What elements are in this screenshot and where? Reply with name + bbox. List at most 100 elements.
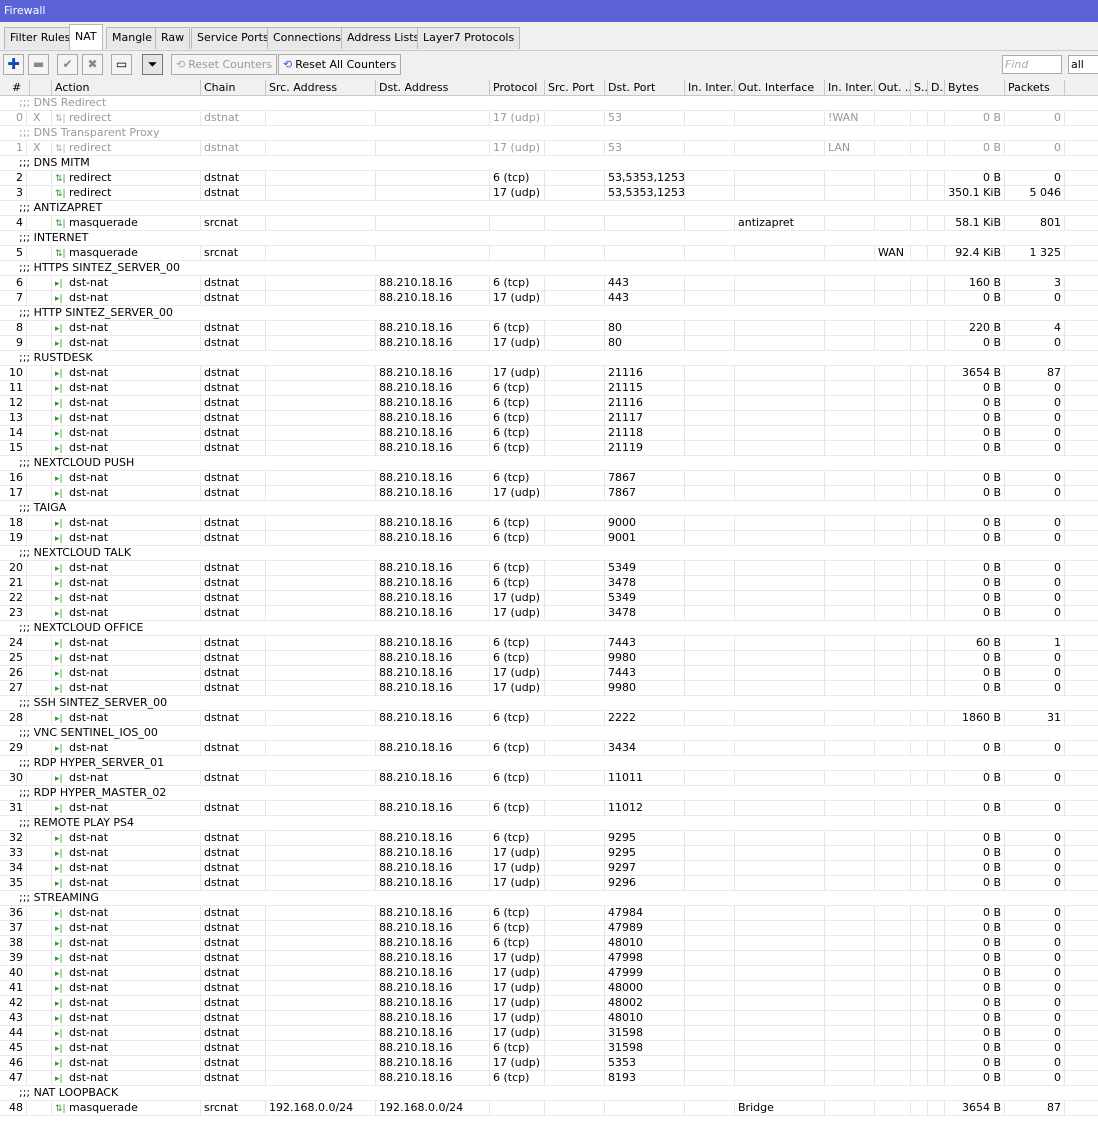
- tab-layer7-protocols[interactable]: Layer7 Protocols: [417, 27, 521, 49]
- comment-row[interactable]: ;;; INTERNET: [0, 231, 1098, 246]
- reset-counters-button[interactable]: ⟲ Reset Counters: [171, 54, 278, 75]
- table-row[interactable]: 41 ▸| dst-nat dstnat 88.210.18.16 17 (udp) 480…: [0, 981, 1098, 996]
- table-row[interactable]: 15 ▸| dst-nat dstnat 88.210.18.16 6 (tcp) 2111…: [0, 441, 1098, 456]
- table-row[interactable]: 24 ▸| dst-nat dstnat 88.210.18.16 6 (tcp) 7443…: [0, 636, 1098, 651]
- table-row[interactable]: 43 ▸| dst-nat dstnat 88.210.18.16 17 (udp) 480…: [0, 1011, 1098, 1026]
- table-row[interactable]: 16 ▸| dst-nat dstnat 88.210.18.16 6 (tcp) 7867…: [0, 471, 1098, 486]
- comment-row[interactable]: ;;; STREAMING: [0, 891, 1098, 906]
- col-header-out-interface-list[interactable]: Out. ...: [875, 80, 911, 96]
- col-header-packets[interactable]: Packets: [1005, 80, 1065, 96]
- comment-row[interactable]: ;;; REMOTE PLAY PS4: [0, 816, 1098, 831]
- comment-row[interactable]: ;;; DNS Transparent Proxy: [0, 126, 1098, 141]
- table-row[interactable]: 3 ⇅| redirect dstnat 17 (udp) 53,5353,1253 350…: [0, 186, 1098, 201]
- comment-button[interactable]: ▭: [111, 54, 132, 75]
- comment-row[interactable]: ;;; NEXTCLOUD OFFICE: [0, 621, 1098, 636]
- comment-row[interactable]: ;;; ANTIZAPRET: [0, 201, 1098, 216]
- col-header-in-interface[interactable]: In. Inter...: [685, 80, 735, 96]
- table-row[interactable]: 33 ▸| dst-nat dstnat 88.210.18.16 17 (udp) 929…: [0, 846, 1098, 861]
- add-button[interactable]: ✚: [3, 54, 24, 75]
- table-row[interactable]: 34 ▸| dst-nat dstnat 88.210.18.16 17 (udp) 929…: [0, 861, 1098, 876]
- tab-mangle[interactable]: Mangle: [106, 27, 159, 49]
- table-row[interactable]: 28 ▸| dst-nat dstnat 88.210.18.16 6 (tcp) 2222…: [0, 711, 1098, 726]
- table-row[interactable]: 25 ▸| dst-nat dstnat 88.210.18.16 6 (tcp) 9980…: [0, 651, 1098, 666]
- table-row[interactable]: 26 ▸| dst-nat dstnat 88.210.18.16 17 (udp) 744…: [0, 666, 1098, 681]
- disable-button[interactable]: ✖: [82, 54, 103, 75]
- table-row[interactable]: 27 ▸| dst-nat dstnat 88.210.18.16 17 (udp) 998…: [0, 681, 1098, 696]
- table-row[interactable]: 39 ▸| dst-nat dstnat 88.210.18.16 17 (udp) 479…: [0, 951, 1098, 966]
- table-row[interactable]: 31 ▸| dst-nat dstnat 88.210.18.16 6 (tcp) 1101…: [0, 801, 1098, 816]
- find-input[interactable]: [1002, 55, 1062, 74]
- table-row[interactable]: 12 ▸| dst-nat dstnat 88.210.18.16 6 (tcp) 2111…: [0, 396, 1098, 411]
- col-header-in-interface-list[interactable]: In. Inter...: [825, 80, 875, 96]
- table-row[interactable]: 36 ▸| dst-nat dstnat 88.210.18.16 6 (tcp) 4798…: [0, 906, 1098, 921]
- filter-button[interactable]: ⏷: [142, 54, 163, 75]
- col-header-d[interactable]: D...: [928, 80, 945, 96]
- comment-row[interactable]: ;;; HTTP SINTEZ_SERVER_00: [0, 306, 1098, 321]
- table-row[interactable]: 0 X ⇅| redirect dstnat 17 (udp) 53 !WAN 0 B0: [0, 111, 1098, 126]
- col-header-src-address[interactable]: Src. Address: [266, 80, 376, 96]
- table-row[interactable]: 9 ▸| dst-nat dstnat 88.210.18.16 17 (udp) 80 0 …: [0, 336, 1098, 351]
- tab-address-lists[interactable]: Address Lists: [341, 27, 426, 49]
- table-row[interactable]: 18 ▸| dst-nat dstnat 88.210.18.16 6 (tcp) 9000…: [0, 516, 1098, 531]
- col-header-action[interactable]: Action: [52, 80, 201, 96]
- col-header-flag[interactable]: [30, 80, 52, 96]
- comment-row[interactable]: ;;; RDP HYPER_SERVER_01: [0, 756, 1098, 771]
- comment-row[interactable]: ;;; SSH SINTEZ_SERVER_00: [0, 696, 1098, 711]
- col-header-chain[interactable]: Chain: [201, 80, 266, 96]
- table-row[interactable]: 2 ⇅| redirect dstnat 6 (tcp) 53,5353,1253 0 B0: [0, 171, 1098, 186]
- table-row[interactable]: 11 ▸| dst-nat dstnat 88.210.18.16 6 (tcp) 2111…: [0, 381, 1098, 396]
- col-header-num[interactable]: #: [0, 80, 30, 96]
- table-row[interactable]: 23 ▸| dst-nat dstnat 88.210.18.16 17 (udp) 347…: [0, 606, 1098, 621]
- comment-row[interactable]: ;;; VNC SENTINEL_IOS_00: [0, 726, 1098, 741]
- col-header-dst-port[interactable]: Dst. Port: [605, 80, 685, 96]
- col-header-protocol[interactable]: Protocol: [490, 80, 545, 96]
- table-row[interactable]: 48 ⇅| masquerade srcnat 192.168.0.0/24 192.16…: [0, 1101, 1098, 1116]
- table-row[interactable]: 20 ▸| dst-nat dstnat 88.210.18.16 6 (tcp) 5349…: [0, 561, 1098, 576]
- table-row[interactable]: 4 ⇅| masquerade srcnat antizapret 58.1 KiB 801: [0, 216, 1098, 231]
- comment-row[interactable]: ;;; NAT LOOPBACK: [0, 1086, 1098, 1101]
- table-row[interactable]: 32 ▸| dst-nat dstnat 88.210.18.16 6 (tcp) 9295…: [0, 831, 1098, 846]
- col-header-src-port[interactable]: Src. Port: [545, 80, 605, 96]
- tab-raw[interactable]: Raw: [155, 27, 191, 49]
- comment-row[interactable]: ;;; RUSTDESK: [0, 351, 1098, 366]
- table-row[interactable]: 45 ▸| dst-nat dstnat 88.210.18.16 6 (tcp) 3159…: [0, 1041, 1098, 1056]
- comment-row[interactable]: ;;; RDP HYPER_MASTER_02: [0, 786, 1098, 801]
- table-row[interactable]: 5 ⇅| masquerade srcnat WAN 92.4 KiB 1 325: [0, 246, 1098, 261]
- table-row[interactable]: 44 ▸| dst-nat dstnat 88.210.18.16 17 (udp) 315…: [0, 1026, 1098, 1041]
- comment-row[interactable]: ;;; HTTPS SINTEZ_SERVER_00: [0, 261, 1098, 276]
- table-row[interactable]: 40 ▸| dst-nat dstnat 88.210.18.16 17 (udp) 479…: [0, 966, 1098, 981]
- reset-all-counters-button[interactable]: ⟲ Reset All Counters: [278, 54, 402, 75]
- table-row[interactable]: 42 ▸| dst-nat dstnat 88.210.18.16 17 (udp) 480…: [0, 996, 1098, 1011]
- table-row[interactable]: 10 ▸| dst-nat dstnat 88.210.18.16 17 (udp) 211…: [0, 366, 1098, 381]
- table-row[interactable]: 1 X ⇅| redirect dstnat 17 (udp) 53 LAN 0 B0: [0, 141, 1098, 156]
- col-header-dst-address[interactable]: Dst. Address: [376, 80, 490, 96]
- col-header-bytes[interactable]: Bytes: [945, 80, 1005, 96]
- table-row[interactable]: 22 ▸| dst-nat dstnat 88.210.18.16 17 (udp) 534…: [0, 591, 1098, 606]
- table-row[interactable]: 7 ▸| dst-nat dstnat 88.210.18.16 17 (udp) 443 0…: [0, 291, 1098, 306]
- comment-row[interactable]: ;;; NEXTCLOUD TALK: [0, 546, 1098, 561]
- table-row[interactable]: 6 ▸| dst-nat dstnat 88.210.18.16 6 (tcp) 443 16…: [0, 276, 1098, 291]
- enable-button[interactable]: ✔: [57, 54, 78, 75]
- tab-filter-rules[interactable]: Filter Rules: [4, 27, 77, 49]
- table-row[interactable]: 8 ▸| dst-nat dstnat 88.210.18.16 6 (tcp) 80 220…: [0, 321, 1098, 336]
- table-row[interactable]: 29 ▸| dst-nat dstnat 88.210.18.16 6 (tcp) 3434…: [0, 741, 1098, 756]
- comment-row[interactable]: ;;; DNS Redirect: [0, 96, 1098, 111]
- col-header-out-interface[interactable]: Out. Interface: [735, 80, 825, 96]
- table-row[interactable]: 38 ▸| dst-nat dstnat 88.210.18.16 6 (tcp) 4801…: [0, 936, 1098, 951]
- table-row[interactable]: 21 ▸| dst-nat dstnat 88.210.18.16 6 (tcp) 3478…: [0, 576, 1098, 591]
- table-row[interactable]: 17 ▸| dst-nat dstnat 88.210.18.16 17 (udp) 786…: [0, 486, 1098, 501]
- comment-row[interactable]: ;;; NEXTCLOUD PUSH: [0, 456, 1098, 471]
- tab-nat[interactable]: NAT: [69, 24, 103, 50]
- tab-service-ports[interactable]: Service Ports: [191, 27, 275, 49]
- table-row[interactable]: 35 ▸| dst-nat dstnat 88.210.18.16 17 (udp) 929…: [0, 876, 1098, 891]
- table-row[interactable]: 30 ▸| dst-nat dstnat 88.210.18.16 6 (tcp) 1101…: [0, 771, 1098, 786]
- table-row[interactable]: 13 ▸| dst-nat dstnat 88.210.18.16 6 (tcp) 2111…: [0, 411, 1098, 426]
- table-row[interactable]: 19 ▸| dst-nat dstnat 88.210.18.16 6 (tcp) 9001…: [0, 531, 1098, 546]
- col-header-s[interactable]: S...: [911, 80, 928, 96]
- tab-connections[interactable]: Connections: [267, 27, 347, 49]
- remove-button[interactable]: ▬: [28, 54, 49, 75]
- comment-row[interactable]: ;;; DNS MITM: [0, 156, 1098, 171]
- table-row[interactable]: 14 ▸| dst-nat dstnat 88.210.18.16 6 (tcp) 2111…: [0, 426, 1098, 441]
- table-row[interactable]: 37 ▸| dst-nat dstnat 88.210.18.16 6 (tcp) 4798…: [0, 921, 1098, 936]
- table-row[interactable]: 46 ▸| dst-nat dstnat 88.210.18.16 17 (udp) 535…: [0, 1056, 1098, 1071]
